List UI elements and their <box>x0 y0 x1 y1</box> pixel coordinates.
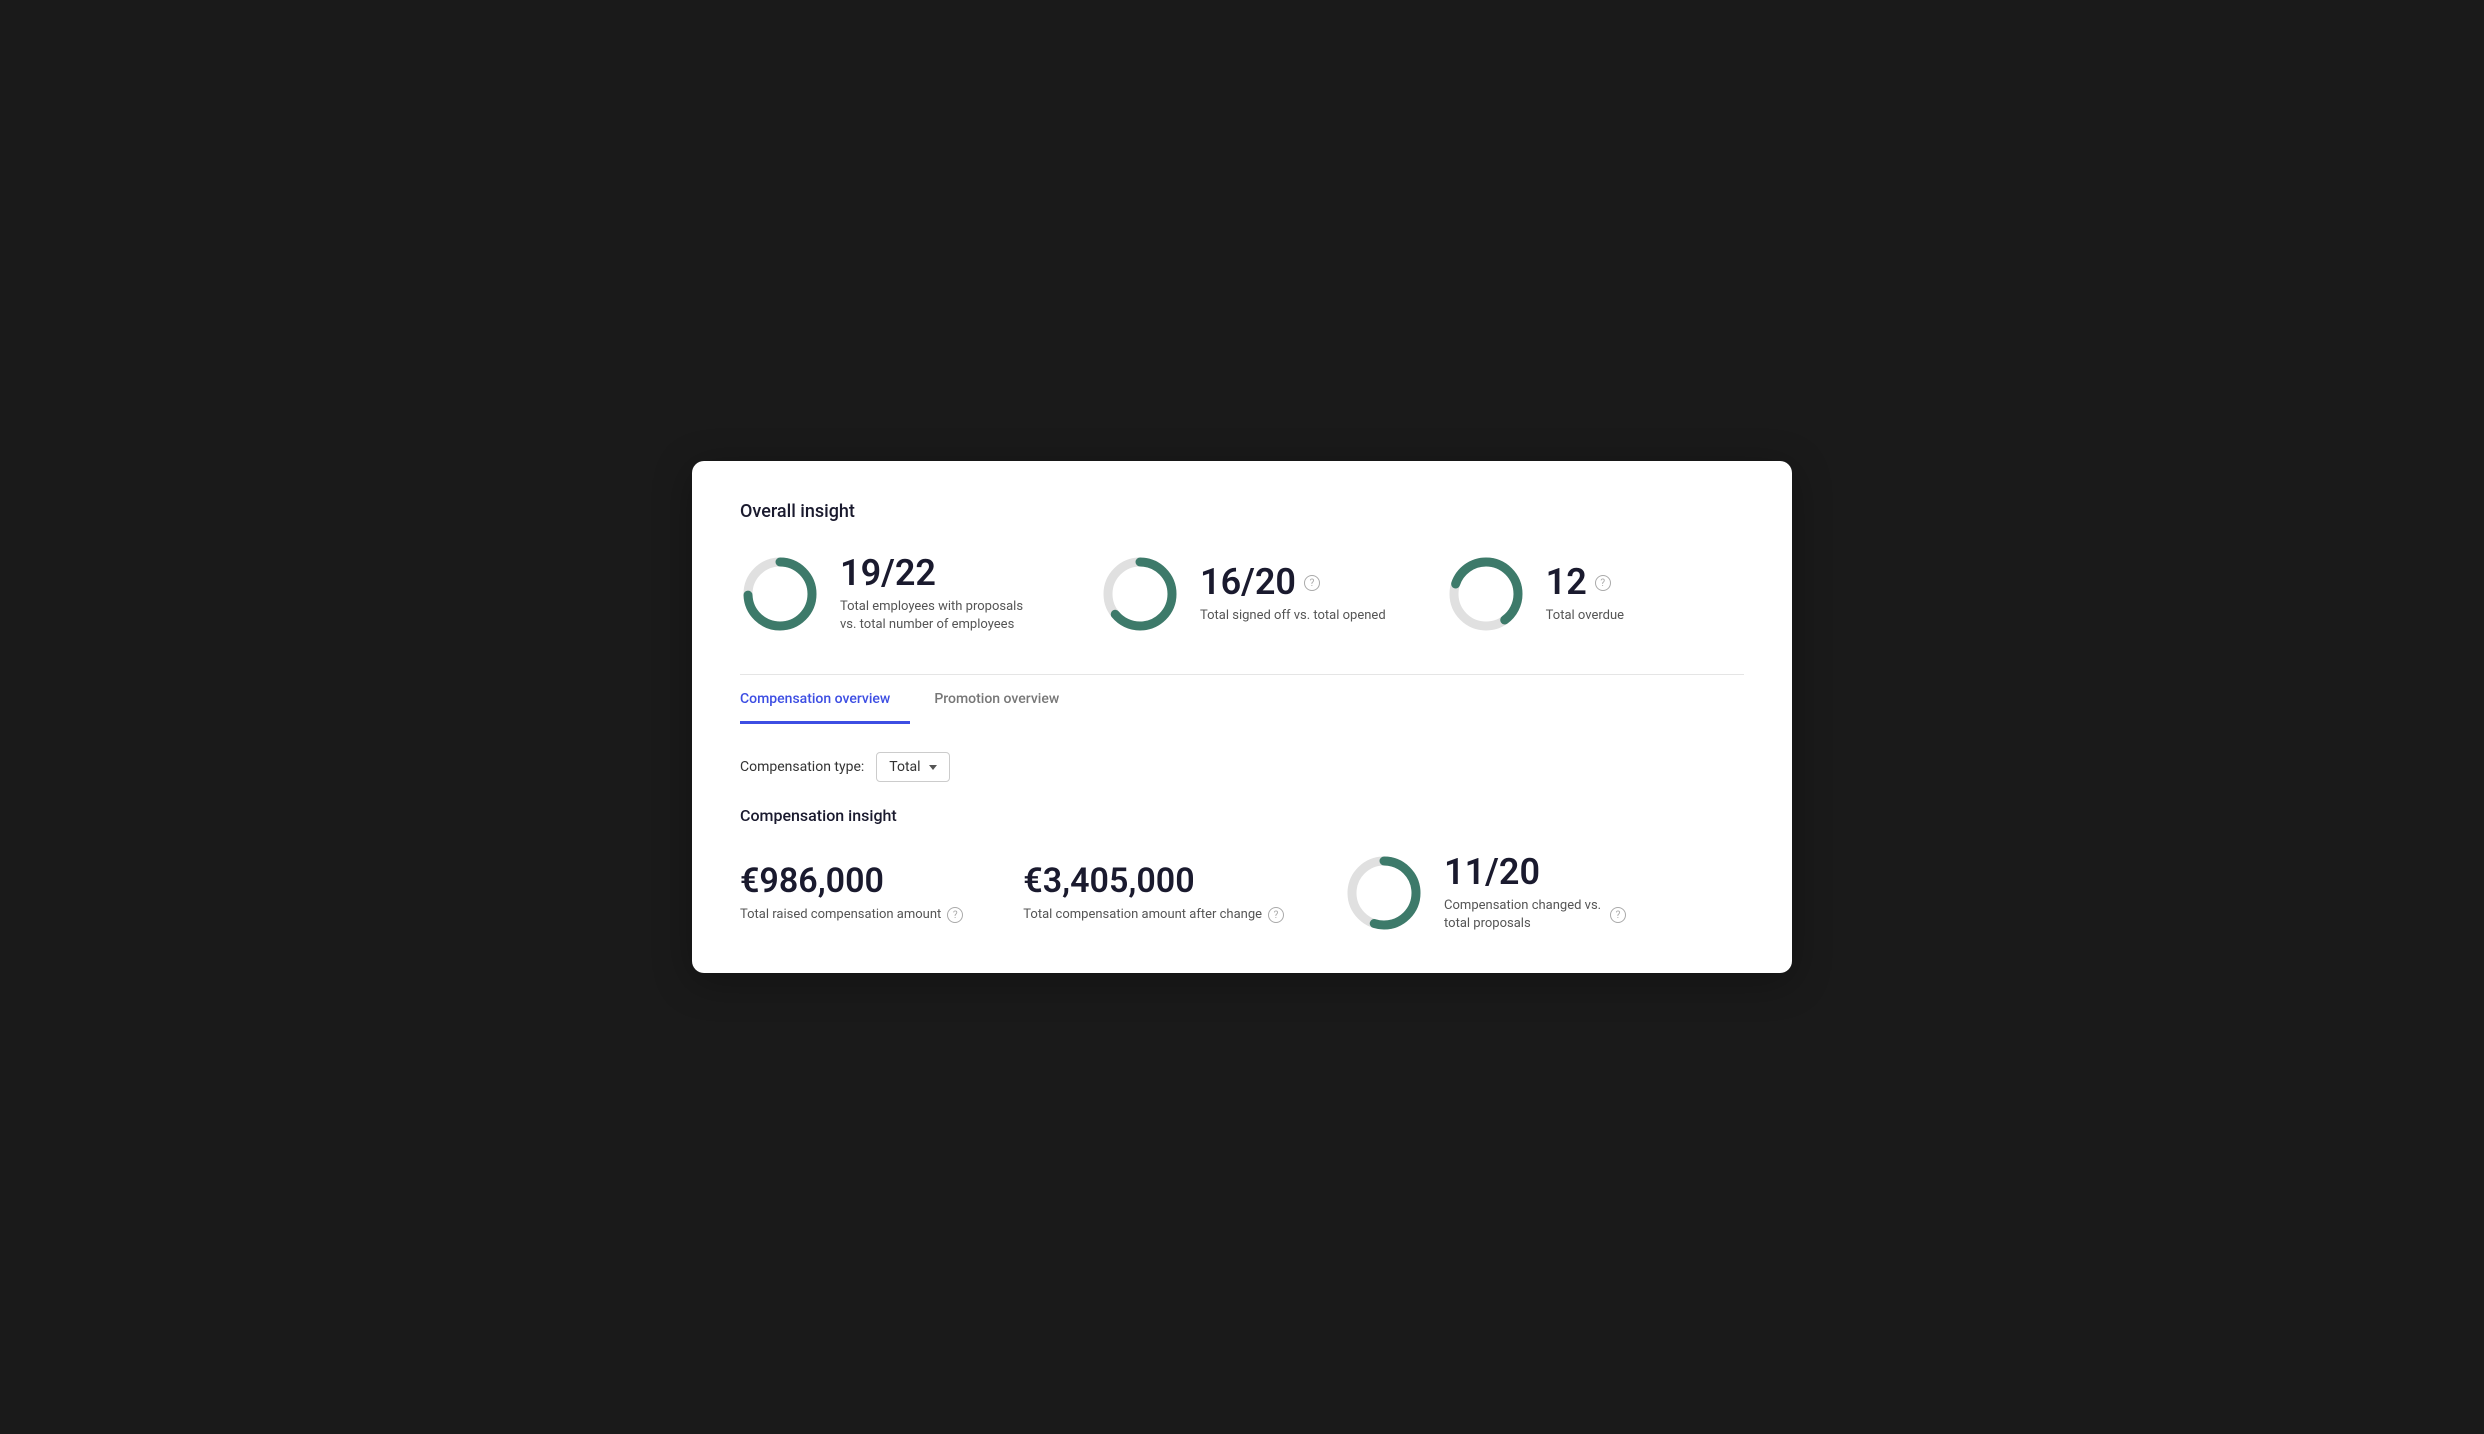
comp-insight-after-change-label-row: Total compensation amount after change ? <box>1023 906 1284 923</box>
tabs-section: Compensation overview Promotion overview <box>740 674 1744 724</box>
overall-insight-title: Overall insight <box>740 501 1744 522</box>
comp-insight-after-change: €3,405,000 Total compensation amount aft… <box>1023 863 1284 923</box>
donut-changed-vs-total <box>1344 853 1424 933</box>
question-icon-after-change[interactable]: ? <box>1268 907 1284 923</box>
tab-compensation[interactable]: Compensation overview <box>740 675 910 724</box>
donut-employees <box>740 554 820 634</box>
question-icon-changed[interactable]: ? <box>1610 907 1626 923</box>
comp-insight-after-change-amount: €3,405,000 <box>1023 863 1284 900</box>
comp-insight-after-change-label: Total compensation amount after change <box>1023 907 1262 922</box>
tab-promotion[interactable]: Promotion overview <box>934 675 1079 724</box>
question-icon-overdue[interactable]: ? <box>1595 575 1611 591</box>
comp-insight-raised-label: Total raised compensation amount <box>740 907 941 922</box>
compensation-type-label: Compensation type: <box>740 759 864 775</box>
insight-item-signedoff: 16/20 ? Total signed off vs. total opene… <box>1100 554 1386 634</box>
compensation-type-row: Compensation type: Total <box>740 752 1744 782</box>
insight-text-changed-vs-total: 11/20 Compensation changed vs. total pro… <box>1444 853 1626 933</box>
insight-number-signedoff: 16/20 <box>1200 563 1296 603</box>
tabs: Compensation overview Promotion overview <box>740 675 1744 724</box>
question-icon-raised[interactable]: ? <box>947 907 963 923</box>
compensation-insight-title: Compensation insight <box>740 806 1744 825</box>
comp-insight-changed-label: Compensation changed vs. total proposals <box>1444 897 1604 933</box>
comp-insight-raised: €986,000 Total raised compensation amoun… <box>740 863 963 923</box>
comp-insight-raised-label-row: Total raised compensation amount ? <box>740 906 963 923</box>
insight-label-signedoff: Total signed off vs. total opened <box>1200 607 1386 625</box>
insight-item-overdue: 12 ? Total overdue <box>1446 554 1624 634</box>
chevron-down-icon <box>929 765 937 770</box>
compensation-type-select[interactable]: Total <box>876 752 949 782</box>
insight-text-overdue: 12 ? Total overdue <box>1546 563 1624 625</box>
comp-insight-changed-vs-total: 11/20 Compensation changed vs. total pro… <box>1344 853 1626 933</box>
insight-number-changed-vs-total: 11/20 <box>1444 853 1540 893</box>
insight-text-signedoff: 16/20 ? Total signed off vs. total opene… <box>1200 563 1386 625</box>
compensation-insight-row: €986,000 Total raised compensation amoun… <box>740 853 1744 933</box>
insight-label-overdue: Total overdue <box>1546 607 1624 625</box>
donut-signedoff <box>1100 554 1180 634</box>
main-card: Overall insight 19/22 Total employees wi… <box>692 461 1792 973</box>
insight-label-employees: Total employees with proposals vs. total… <box>840 598 1040 634</box>
insight-number-employees: 19/22 <box>840 554 1040 594</box>
compensation-type-value: Total <box>889 759 920 775</box>
insight-number-overdue: 12 <box>1546 563 1587 603</box>
comp-insight-changed-label-row: Compensation changed vs. total proposals… <box>1444 897 1626 933</box>
insight-item-employees: 19/22 Total employees with proposals vs.… <box>740 554 1040 634</box>
overall-insight-row: 19/22 Total employees with proposals vs.… <box>740 554 1744 634</box>
comp-insight-raised-amount: €986,000 <box>740 863 963 900</box>
donut-overdue <box>1446 554 1526 634</box>
question-icon-signedoff[interactable]: ? <box>1304 575 1320 591</box>
insight-text-employees: 19/22 Total employees with proposals vs.… <box>840 554 1040 634</box>
